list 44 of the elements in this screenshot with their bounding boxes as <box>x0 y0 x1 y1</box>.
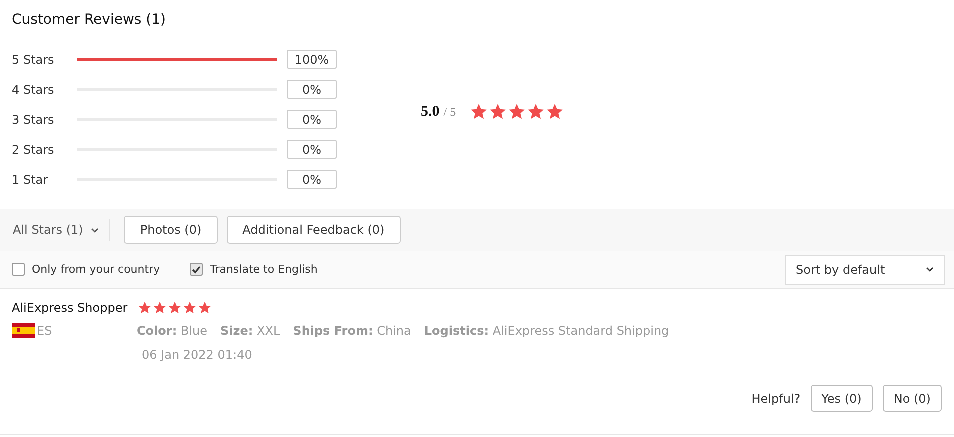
section-title: Customer Reviews (1) <box>11 11 167 30</box>
country-code: ES <box>37 324 52 338</box>
rating-label: 5 Stars <box>12 52 56 66</box>
checkbox-label: Only from your country <box>32 263 160 276</box>
chevron-icon <box>91 228 100 232</box>
flag-icon <box>12 323 35 338</box>
percent-label: 0% <box>287 80 337 99</box>
rating-label: 3 Stars <box>12 112 56 126</box>
chevron-icon <box>926 267 934 272</box>
star-icon <box>138 301 152 315</box>
percent-label: 0% <box>287 110 337 129</box>
star-icon <box>470 103 488 121</box>
star-icon <box>527 103 546 121</box>
average-score: 5.0 <box>421 104 440 120</box>
helpful-button[interactable]: Yes (0) <box>810 385 873 412</box>
score-max: / 5 <box>444 104 456 120</box>
helpful-button[interactable]: No (0) <box>882 385 942 412</box>
star-icon <box>508 103 526 121</box>
product-attribute: Logistics: AliExpress Standard Shipping <box>424 324 670 338</box>
star-icon <box>546 103 564 121</box>
helpful-label: Helpful? <box>752 392 801 406</box>
filter-button[interactable]: Photos (0) <box>124 216 218 244</box>
star-icon <box>182 301 197 315</box>
star-icon <box>489 103 508 121</box>
star-icon <box>198 301 212 315</box>
checkbox[interactable] <box>190 263 204 276</box>
percent-label: 0% <box>287 170 337 189</box>
star-filter-dropdown[interactable]: All Stars (1) <box>13 219 110 241</box>
filter-button[interactable]: Additional Feedback (0) <box>226 216 401 244</box>
product-attribute: Size: XXL <box>220 324 280 338</box>
checkbox-label: Translate to English <box>210 263 318 276</box>
percent-label: 0% <box>287 140 337 159</box>
rating-label: 2 Stars <box>12 142 56 156</box>
review-date: 06 Jan 2022 01:40 <box>142 348 254 362</box>
percent-label: 100% <box>287 50 337 69</box>
star-icon <box>168 301 182 315</box>
rating-label: 4 Stars <box>12 82 56 96</box>
sort-dropdown[interactable]: Sort by default <box>785 254 945 284</box>
product-attribute: Color: Blue <box>137 324 208 338</box>
product-attribute: Ships From: China <box>293 324 412 338</box>
star-icon <box>152 301 167 315</box>
rating-label: 1 Star <box>12 172 50 186</box>
reviewer-name: AliExpress Shopper <box>12 301 128 315</box>
checkbox[interactable] <box>12 263 25 276</box>
